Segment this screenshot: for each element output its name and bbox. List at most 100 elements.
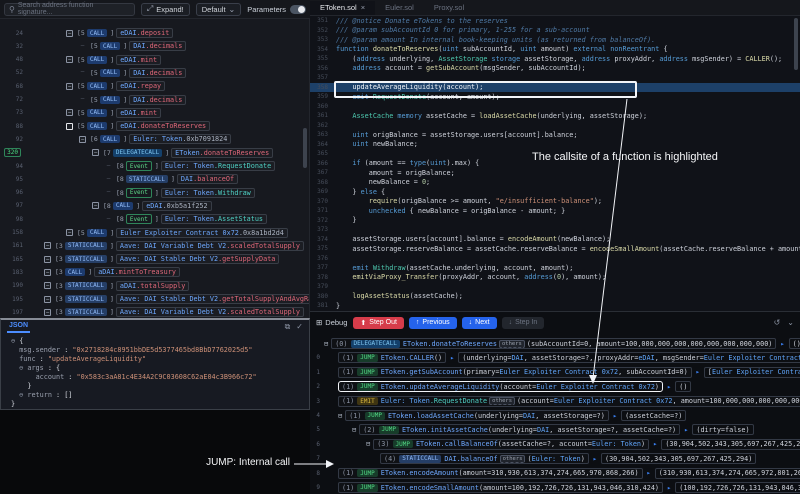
tree-collapse-icon[interactable]: − — [44, 242, 51, 249]
editor-tab[interactable]: EToken.sol× — [310, 1, 375, 15]
json-tab[interactable]: JSON — [7, 321, 30, 333]
tree-row[interactable]: 96–[8Event]Euler: Token.Withdraw — [0, 187, 255, 199]
tree-row[interactable]: 183−[3CALL]aDAI.mintToTreasury — [0, 266, 180, 278]
debug-row[interactable]: 2(1)JUMPEToken.updateAverageLiquidity(ac… — [310, 380, 691, 393]
debug-row[interactable]: 7(4)STATICCALLDAI.balanceOfothers(Euler:… — [310, 452, 756, 465]
tree-collapse-icon[interactable]: − — [66, 109, 73, 116]
tree-call-label[interactable]: Aave: DAI Variable Debt V2.scaledTotalSu… — [116, 307, 304, 317]
refresh-icon[interactable]: ↺ — [774, 318, 781, 327]
tree-collapse-icon[interactable]: − — [66, 229, 73, 236]
view-mode-dropdown[interactable]: Default ⌄ — [196, 3, 241, 16]
debug-row[interactable]: 1(1)JUMPEToken.getSubAccount(primary=Eul… — [310, 366, 800, 379]
copy-icon[interactable]: ⧉ — [285, 322, 291, 332]
tree-call-label[interactable]: Aave: DAI Stable Debt V2.getSupplyData — [116, 254, 280, 264]
tree-row[interactable]: 48−[5CALL]eDAI.mint — [0, 54, 161, 66]
editor-tab[interactable]: Euler.sol — [375, 1, 424, 15]
tree-collapse-icon[interactable]: − — [44, 282, 51, 289]
tree-call-label[interactable]: eDAI.deposit — [116, 28, 173, 38]
address-link[interactable]: Euler Exploiter Contract 0x72 — [554, 397, 673, 405]
tree-call-label[interactable]: Euler: Token.Withdraw — [161, 188, 255, 198]
tree-collapse-icon[interactable]: − — [92, 202, 99, 209]
tree-row[interactable]: 73−[5CALL]eDAI.mint — [0, 107, 161, 119]
tree-call-label[interactable]: aDAI.mintToTreasury — [94, 267, 180, 277]
tree-row[interactable]: 52–[5CALL]DAI.decimals — [0, 67, 186, 79]
tree-row[interactable]: 94–[8Event]Euler: Token.RequestDonate — [0, 160, 275, 172]
tree-row[interactable]: 197−[3STATICCALL]Aave: DAI Variable Debt… — [0, 306, 304, 318]
collapse-panel-icon[interactable]: ⌄ — [787, 318, 794, 327]
tree-collapse-icon[interactable]: − — [44, 256, 51, 263]
debug-row[interactable]: 9(1)JUMPEToken.encodeSmallAmount(amount=… — [310, 481, 800, 494]
previous-button[interactable]: ↑Previous — [409, 317, 457, 329]
collapse-icon[interactable]: ⊟ — [338, 412, 342, 420]
tree-row[interactable]: 320−[7DELEGATECALL]EToken.donateToReserv… — [0, 147, 273, 159]
tree-row[interactable]: 88[5CALL]eDAI.donateToReserves — [0, 120, 210, 132]
tree-collapse-icon[interactable]: − — [44, 296, 51, 303]
tree-call-label[interactable]: eDAI.mint — [116, 108, 161, 118]
tree-row[interactable]: 190−[3STATICCALL]aDAI.totalSupply — [0, 280, 189, 292]
tree-collapse-icon[interactable]: − — [66, 30, 73, 37]
expand-button[interactable]: ⤢ Expand! — [141, 3, 190, 16]
tree-call-label[interactable]: Aave: DAI Variable Debt V2.scaledTotalSu… — [116, 241, 304, 251]
tree-call-label[interactable]: eDAI.donateToReserves — [116, 121, 210, 131]
tree-collapse-icon[interactable]: − — [66, 56, 73, 63]
editor-scrollbar[interactable] — [794, 18, 798, 70]
tree-call-label[interactable]: EToken.donateToReserves — [171, 148, 273, 158]
debug-row[interactable]: 5⊟(2)JUMPEToken.initAssetCache(underlyin… — [310, 423, 754, 436]
debug-row[interactable]: ⊟(0)DELEGATECALLEToken.donateToReserveso… — [310, 337, 800, 350]
check-icon[interactable]: ✓ — [296, 322, 303, 332]
tree-call-label[interactable]: eDAI.repay — [116, 81, 165, 91]
tree-call-label[interactable]: DAI.decimals — [129, 68, 186, 78]
address-link[interactable]: Euler: Token — [381, 397, 430, 405]
collapse-icon[interactable]: ⊟ — [324, 340, 328, 348]
tree-row[interactable]: 95–[8STATICCALL]DAI.balanceOf — [0, 173, 238, 185]
tree-collapse-icon[interactable]: − — [66, 83, 73, 90]
search-input[interactable]: ⚲ Search address function signature... — [4, 3, 135, 16]
close-tab-icon[interactable]: × — [361, 3, 365, 12]
debug-row[interactable]: 4⊟(1)JUMPEToken.loadAssetCache(underlyin… — [310, 409, 686, 422]
next-button[interactable]: ↓Next — [462, 317, 497, 329]
tree-collapse-icon[interactable]: − — [44, 309, 51, 316]
tree-call-label[interactable]: Euler: Token.RequestDonate — [161, 161, 275, 171]
tree-call-label[interactable]: Aave: DAI Stable Debt V2.getTotalSupplyA… — [116, 294, 310, 304]
address-link[interactable]: DAI — [523, 412, 535, 420]
tree-call-label[interactable]: Euler: Token.AssetStatus — [161, 214, 267, 224]
debug-row[interactable]: 8(1)JUMPEToken.encodeAmount(amount=310,9… — [310, 467, 800, 480]
tree-collapse-icon[interactable]: − — [44, 269, 51, 276]
tree-scrollbar[interactable] — [303, 128, 307, 168]
address-link[interactable]: Euler: Token — [532, 455, 581, 463]
parameters-toggle[interactable] — [290, 5, 306, 14]
tree-row[interactable]: 97−[8CALL]eDAI.0xb5a1f252 — [0, 200, 212, 212]
address-link[interactable]: DAI — [537, 426, 549, 434]
tree-call-label[interactable]: DAI.decimals — [129, 95, 186, 105]
tree-row[interactable]: 32–[5CALL]DAI.decimals — [0, 40, 186, 52]
address-link[interactable]: Euler Exploiter Contract 0x72 — [536, 383, 655, 391]
debug-row[interactable]: 0(1)JUMPEToken.CALLER()▸(underlying=DAI,… — [310, 351, 800, 364]
tree-row[interactable]: 92−[6CALL]Euler: Token.0xb7091824 — [0, 133, 231, 145]
debug-row[interactable]: 6⊟(3)JUMPEToken.callBalanceOf(assetCache… — [310, 438, 800, 451]
debug-row[interactable]: 3(1)EMITEuler: Token.RequestDonateothers… — [310, 395, 800, 408]
tree-row[interactable]: 158−[5CALL]Euler Exploiter Contract 0x72… — [0, 227, 288, 239]
address-link[interactable]: Euler Exploiter Contract 0x72 — [499, 368, 618, 376]
editor-tab[interactable]: Proxy.sol — [424, 1, 474, 15]
tree-collapse-icon[interactable] — [66, 123, 73, 130]
tree-row[interactable]: 24−[5CALL]eDAI.deposit — [0, 27, 173, 39]
tree-row[interactable]: 68−[5CALL]eDAI.repay — [0, 80, 165, 92]
tree-row[interactable]: 165−[3STATICCALL]Aave: DAI Stable Debt V… — [0, 253, 279, 265]
collapse-icon[interactable]: ⊟ — [366, 440, 370, 448]
step-out-button[interactable]: ⬆Step Out — [353, 317, 404, 329]
tree-row[interactable]: 195−[3STATICCALL]Aave: DAI Stable Debt V… — [0, 293, 310, 305]
address-link[interactable]: Euler: Token — [592, 440, 641, 448]
tree-collapse-icon[interactable]: − — [92, 149, 99, 156]
tree-call-label[interactable]: Euler Exploiter Contract 0x72.0x8a1bd2d4 — [116, 228, 288, 238]
collapse-icon[interactable]: ⊟ — [352, 426, 356, 434]
tree-call-label[interactable]: DAI.balanceOf — [177, 174, 238, 184]
tree-row[interactable]: 98–[8Event]Euler: Token.AssetStatus — [0, 213, 267, 225]
step-in-button[interactable]: ↓Step In — [502, 317, 545, 329]
tree-row[interactable]: 72–[5CALL]DAI.decimals — [0, 94, 186, 106]
tree-call-label[interactable]: Euler: Token.0xb7091824 — [129, 134, 231, 144]
tree-row[interactable]: 161−[3STATICCALL]Aave: DAI Variable Debt… — [0, 240, 304, 252]
tree-call-label[interactable]: DAI.decimals — [129, 41, 186, 51]
tree-call-label[interactable]: eDAI.mint — [116, 55, 161, 65]
tree-call-label[interactable]: eDAI.0xb5a1f252 — [142, 201, 211, 211]
tree-call-label[interactable]: aDAI.totalSupply — [116, 281, 189, 291]
